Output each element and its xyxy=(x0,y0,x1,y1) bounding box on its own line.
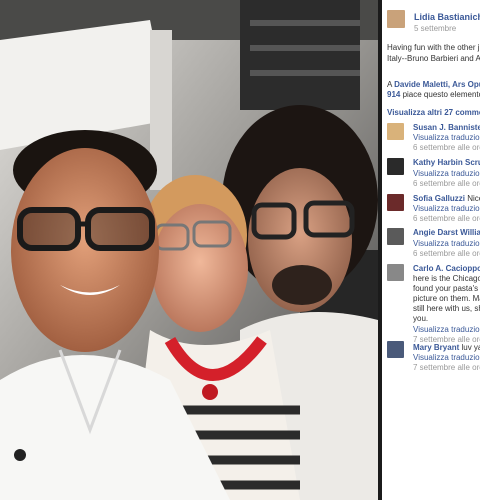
translate-link[interactable]: Visualizza traduzione xyxy=(413,325,480,334)
comment-line: Susan J. BannisterG xyxy=(413,123,480,132)
more-comments-link[interactable]: Visualizza altri 27 commen xyxy=(387,108,480,117)
comment-time[interactable]: 6 settembre alle ore 20 xyxy=(413,143,480,152)
comment-text: Nice xyxy=(467,194,480,203)
comment-author[interactable]: Angie Darst William xyxy=(413,228,480,237)
likes-line: A Davide Maletti, Ars Opule xyxy=(387,80,480,89)
likes-count-line: 914 piace questo elemento. xyxy=(387,90,480,99)
comments-panel: Lidia Bastianich 5 settembre Having fun … xyxy=(382,0,480,500)
translate-link[interactable]: Visualizza traduzione xyxy=(413,239,480,248)
comment-avatar[interactable] xyxy=(387,123,404,140)
comment-time[interactable]: 6 settembre alle ore 22 xyxy=(413,214,480,223)
likes-count[interactable]: 914 xyxy=(387,90,400,99)
comment-author[interactable]: Kathy Harbin Scrugg xyxy=(413,158,480,167)
comment-avatar[interactable] xyxy=(387,194,404,211)
comment-time[interactable]: 6 settembre alle ore 0 xyxy=(413,249,480,258)
comment-line: Sofia Galluzzi Nice xyxy=(413,194,480,203)
comment-time[interactable]: 6 settembre alle ore 21 xyxy=(413,179,480,188)
comment-line: Kathy Harbin Scrugg xyxy=(413,158,480,167)
translate-link[interactable]: Visualizza traduzione xyxy=(413,353,480,362)
comment-line: Angie Darst William xyxy=(413,228,480,237)
translate-link[interactable]: Visualizza traduzione xyxy=(413,133,480,142)
post-text-line-1: Having fun with the other j xyxy=(387,43,480,52)
comment-author[interactable]: Mary Bryant xyxy=(413,343,459,352)
comment-avatar[interactable] xyxy=(387,341,404,358)
comment-line: Mary Bryant luv ya li xyxy=(413,343,480,352)
translate-link[interactable]: Visualizza traduzione xyxy=(413,204,480,213)
comment-line: Carlo A. Cacioppo Lu xyxy=(413,264,480,273)
likes-suffix: piace questo elemento. xyxy=(400,90,480,99)
comment-text-line: picture on them. Mama xyxy=(413,294,480,303)
author-name[interactable]: Lidia Bastianich xyxy=(414,12,480,22)
post-text-line-2: Italy--Bruno Barbieri and A xyxy=(387,54,480,63)
comment-text: luv ya li xyxy=(461,343,480,352)
likes-names[interactable]: Davide Maletti, Ars Opule xyxy=(394,80,480,89)
comment-text-line: still here with us, she w xyxy=(413,304,480,313)
comment-text-line: you. xyxy=(413,314,429,323)
comment-avatar[interactable] xyxy=(387,228,404,245)
comment-avatar[interactable] xyxy=(387,264,404,281)
translate-link[interactable]: Visualizza traduzione xyxy=(413,169,480,178)
comment-author[interactable]: Carlo A. Cacioppo xyxy=(413,264,480,273)
comment-author[interactable]: Sofia Galluzzi xyxy=(413,194,465,203)
comment-author[interactable]: Susan J. Bannister xyxy=(413,123,480,132)
post-photo[interactable] xyxy=(0,0,378,500)
post-date[interactable]: 5 settembre xyxy=(414,24,456,33)
comment-text-line: found your pasta's the xyxy=(413,284,480,293)
comment-avatar[interactable] xyxy=(387,158,404,175)
author-avatar[interactable] xyxy=(387,10,405,28)
comment-text-line: here is the Chicago are xyxy=(413,274,480,283)
comment-time[interactable]: 7 settembre alle ore 7. xyxy=(413,363,480,372)
